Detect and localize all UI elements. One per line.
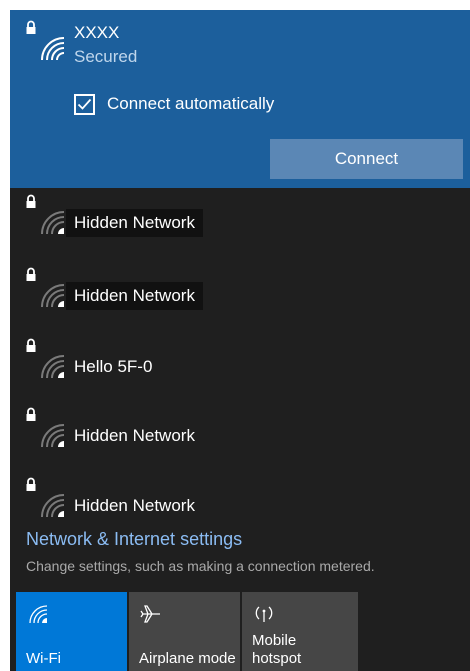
mobile-hotspot-label-line2: hotspot	[252, 650, 302, 667]
wifi-icon	[29, 605, 48, 624]
network-list-item[interactable]: Hello 5F-0	[10, 336, 470, 396]
mobile-hotspot-label-line1: Mobile	[252, 632, 297, 649]
wifi-secured-icon	[25, 267, 65, 308]
selected-network-name: XXXX	[74, 23, 120, 42]
hotspot-icon	[255, 606, 273, 622]
selected-network[interactable]: XXXX Secured Connect automatically Conne…	[10, 10, 470, 188]
network-name: Hidden Network	[74, 426, 195, 445]
network-list-item[interactable]: Hidden Network	[10, 475, 470, 535]
network-flyout: XXXX Secured Connect automatically Conne…	[10, 10, 470, 671]
checkbox-checked-icon[interactable]	[74, 93, 95, 115]
mobile-hotspot-tile[interactable]: Mobile hotspot	[242, 592, 358, 671]
network-list-item[interactable]: Hidden Network	[10, 192, 470, 252]
wifi-secured-icon	[25, 407, 65, 448]
wifi-secured-icon	[25, 338, 65, 379]
network-settings-description: Change settings, such as making a connec…	[26, 558, 375, 574]
network-list-item[interactable]: Hidden Network	[10, 405, 470, 465]
connect-automatically-label: Connect automatically	[107, 94, 275, 113]
selected-network-status: Secured	[74, 47, 138, 66]
network-name: Hidden Network	[66, 209, 203, 237]
airplane-icon	[140, 605, 160, 623]
network-settings-link[interactable]: Network & Internet settings	[26, 529, 242, 550]
connect-automatically-checkbox[interactable]: Connect automatically	[74, 90, 274, 118]
wifi-secured-icon	[25, 194, 65, 235]
wifi-secured-icon	[25, 477, 65, 518]
wifi-tile-label: Wi-Fi	[26, 650, 61, 667]
airplane-mode-label: Airplane mode	[139, 650, 236, 667]
wifi-toggle-tile[interactable]: Wi-Fi	[16, 592, 127, 671]
connect-button[interactable]: Connect	[270, 139, 463, 179]
network-name: Hello 5F-0	[74, 357, 153, 376]
network-list-item[interactable]: Hidden Network	[10, 265, 470, 325]
wifi-secured-icon	[25, 20, 65, 61]
airplane-mode-tile[interactable]: Airplane mode	[129, 592, 240, 671]
network-name: Hidden Network	[66, 282, 203, 310]
network-name: Hidden Network	[74, 496, 195, 515]
